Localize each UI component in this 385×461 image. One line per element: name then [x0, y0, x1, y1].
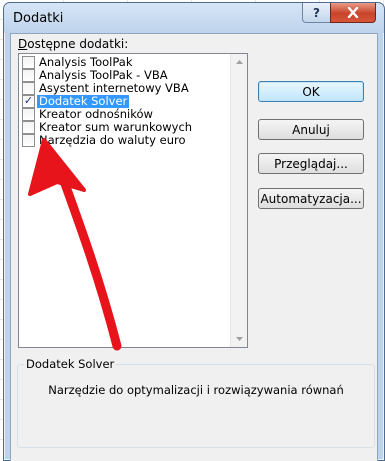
available-addins-label: Dostępne dodatki: [18, 37, 129, 51]
checkbox-conditional-sum-wizard[interactable] [22, 121, 35, 134]
checkbox-euro-currency-tools[interactable] [22, 134, 35, 147]
automation-button[interactable]: Automatyzacja... [258, 188, 364, 209]
dialog-body: Dostępne dodatki: Analysis ToolPak Analy… [10, 33, 378, 461]
ok-button[interactable]: OK [258, 81, 364, 102]
close-button[interactable] [330, 3, 376, 23]
list-item-label: Narzędzia do waluty euro [39, 133, 186, 147]
checkbox-lookup-wizard[interactable] [22, 108, 35, 121]
dialog-title: Dodatki [13, 11, 64, 26]
scroll-up-icon [235, 60, 243, 64]
list-scrollbar[interactable] [230, 54, 247, 347]
browse-button[interactable]: Przeglądaj... [258, 153, 364, 174]
list-item-euro-currency-tools[interactable]: Narzędzia do waluty euro [19, 134, 230, 147]
selected-addin-title: Dodatek Solver [24, 357, 117, 371]
addins-dialog: Dodatki ? Dostępne dodatki: Analysis Too… [3, 2, 385, 461]
help-icon: ? [313, 5, 320, 20]
selected-addin-description: Narzędzie do optymalizacji i rozwiązywan… [48, 383, 344, 397]
scroll-down-icon [235, 337, 243, 341]
checkbox-solver-addin[interactable]: ✓ [22, 95, 35, 108]
cancel-button[interactable]: Anuluj [258, 119, 364, 140]
scroll-up-button[interactable] [231, 54, 247, 70]
checkbox-analysis-toolpak-vba[interactable] [22, 69, 35, 82]
help-button[interactable]: ? [302, 3, 331, 23]
scroll-down-button[interactable] [231, 331, 247, 347]
close-icon [347, 7, 359, 18]
addins-listbox[interactable]: Analysis ToolPak Analysis ToolPak - VBA … [18, 53, 248, 348]
checkbox-analysis-toolpak[interactable] [22, 56, 35, 69]
addin-description-group: Dodatek Solver Narzędzie do optymalizacj… [17, 357, 375, 448]
